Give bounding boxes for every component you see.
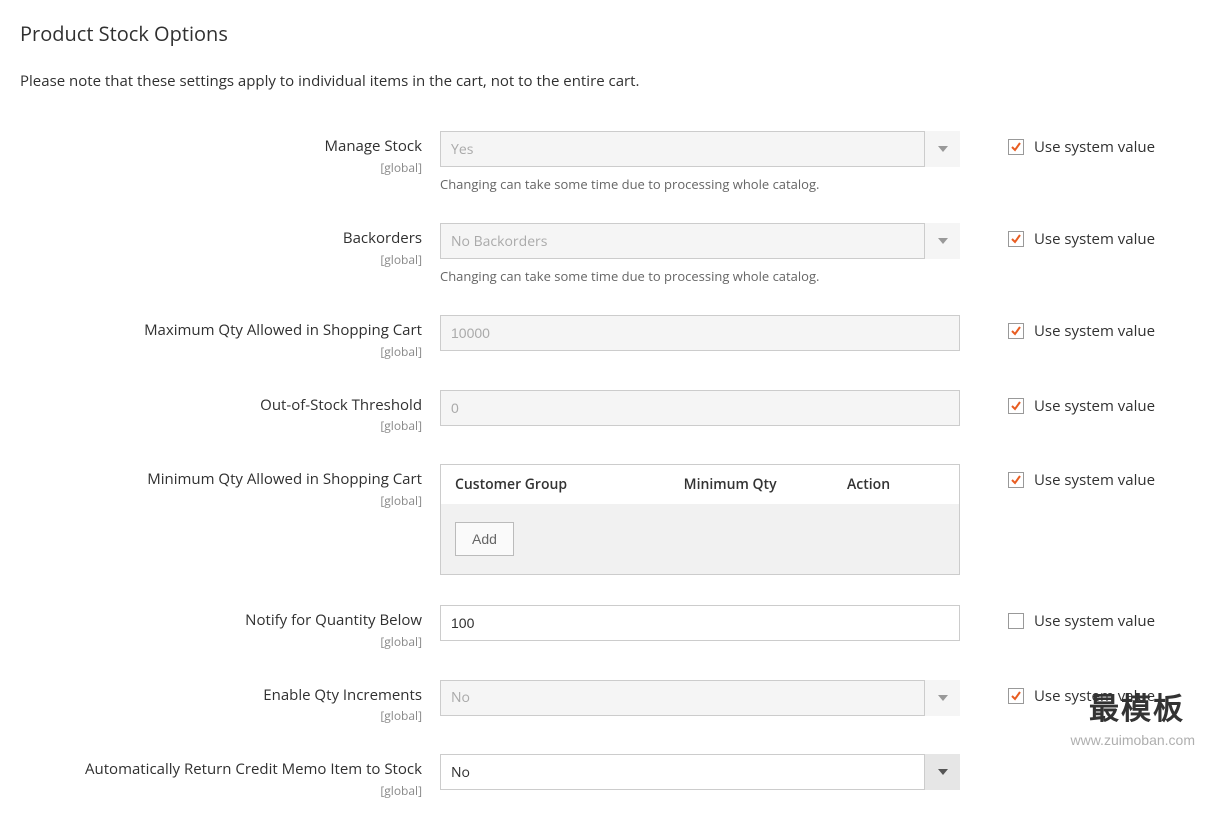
- scope-label: [global]: [20, 633, 422, 650]
- chevron-down-icon: [924, 131, 960, 167]
- label-use-system: Use system value: [1034, 611, 1155, 631]
- chevron-down-icon: [924, 223, 960, 259]
- add-button: Add: [455, 522, 514, 556]
- label-use-system: Use system value: [1034, 470, 1155, 490]
- label-threshold: Out-of-Stock Threshold: [20, 396, 422, 416]
- scope-label: [global]: [20, 159, 422, 176]
- label-min-qty: Minimum Qty Allowed in Shopping Cart: [20, 470, 422, 490]
- row-manage-stock: Manage Stock [global] Yes Changing can t…: [20, 131, 1185, 193]
- row-backorders: Backorders [global] No Backorders Changi…: [20, 223, 1185, 285]
- select-manage-stock: Yes: [440, 131, 960, 167]
- checkbox-use-system-manage-stock[interactable]: [1008, 139, 1024, 155]
- label-use-system: Use system value: [1034, 686, 1155, 706]
- select-auto-return[interactable]: No: [440, 754, 960, 790]
- checkbox-use-system-min-qty[interactable]: [1008, 472, 1024, 488]
- scope-label: [global]: [20, 492, 422, 509]
- section-title: Product Stock Options: [20, 20, 1185, 47]
- label-manage-stock: Manage Stock: [20, 137, 422, 157]
- section-note: Please note that these settings apply to…: [20, 71, 1185, 91]
- col-minimum-qty: Minimum Qty: [684, 475, 847, 494]
- select-backorders: No Backorders: [440, 223, 960, 259]
- col-action: Action: [847, 475, 945, 494]
- label-auto-return: Automatically Return Credit Memo Item to…: [20, 760, 422, 780]
- label-use-system: Use system value: [1034, 321, 1155, 341]
- scope-label: [global]: [20, 417, 422, 434]
- helper-backorders: Changing can take some time due to proce…: [440, 267, 960, 285]
- row-qty-increments: Enable Qty Increments [global] No Use sy…: [20, 680, 1185, 725]
- row-threshold: Out-of-Stock Threshold [global] Use syst…: [20, 390, 1185, 435]
- input-notify-below[interactable]: [440, 605, 960, 641]
- chevron-down-icon: [924, 680, 960, 716]
- scope-label: [global]: [20, 782, 422, 799]
- row-notify-below: Notify for Quantity Below [global] Use s…: [20, 605, 1185, 650]
- row-auto-return: Automatically Return Credit Memo Item to…: [20, 754, 1185, 799]
- scope-label: [global]: [20, 707, 422, 724]
- checkbox-use-system-max-qty[interactable]: [1008, 323, 1024, 339]
- row-max-qty: Maximum Qty Allowed in Shopping Cart [gl…: [20, 315, 1185, 360]
- input-threshold: [440, 390, 960, 426]
- label-backorders: Backorders: [20, 229, 422, 249]
- label-use-system: Use system value: [1034, 229, 1155, 249]
- label-qty-increments: Enable Qty Increments: [20, 686, 422, 706]
- label-use-system: Use system value: [1034, 137, 1155, 157]
- checkbox-use-system-notify-below[interactable]: [1008, 613, 1024, 629]
- label-max-qty: Maximum Qty Allowed in Shopping Cart: [20, 321, 422, 341]
- row-min-qty: Minimum Qty Allowed in Shopping Cart [gl…: [20, 464, 1185, 575]
- scope-label: [global]: [20, 251, 422, 268]
- watermark-en: www.zuimoban.com: [1071, 732, 1196, 748]
- checkbox-use-system-backorders[interactable]: [1008, 231, 1024, 247]
- checkbox-use-system-threshold[interactable]: [1008, 398, 1024, 414]
- helper-manage-stock: Changing can take some time due to proce…: [440, 175, 960, 193]
- scope-label: [global]: [20, 343, 422, 360]
- checkbox-use-system-qty-increments[interactable]: [1008, 688, 1024, 704]
- min-qty-table: Customer Group Minimum Qty Action Add: [440, 464, 960, 575]
- label-notify-below: Notify for Quantity Below: [20, 611, 422, 631]
- input-max-qty: [440, 315, 960, 351]
- label-use-system: Use system value: [1034, 396, 1155, 416]
- col-customer-group: Customer Group: [455, 475, 684, 494]
- select-qty-increments: No: [440, 680, 960, 716]
